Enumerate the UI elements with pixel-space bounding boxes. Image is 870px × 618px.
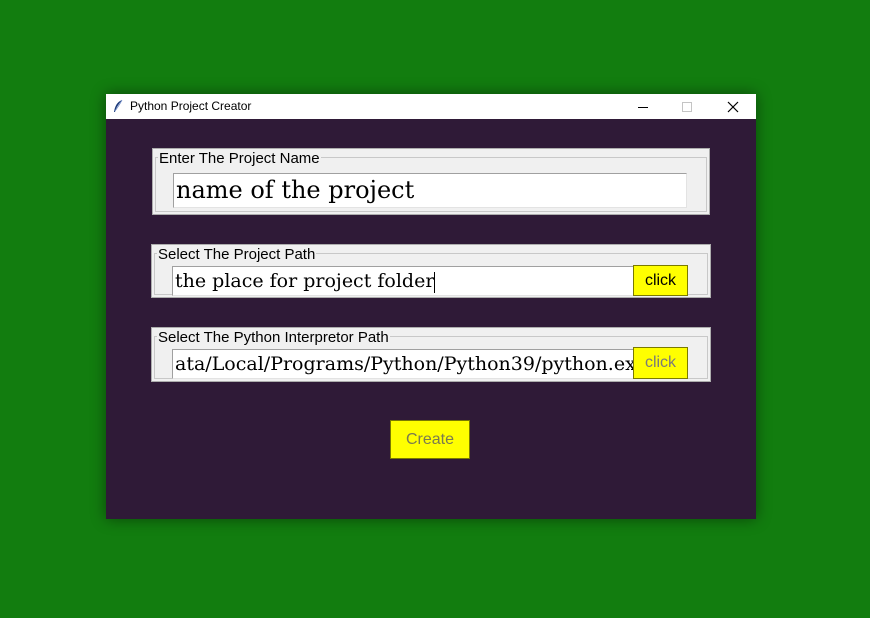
project-path-label: Select The Project Path	[157, 246, 317, 263]
project-path-browse-button[interactable]: click	[633, 265, 688, 296]
project-path-input[interactable]: the place for project folder	[172, 266, 634, 296]
app-window: Python Project Creator Enter The Project…	[106, 94, 756, 519]
maximize-button[interactable]	[664, 94, 710, 119]
project-path-value: the place for project folder	[175, 270, 435, 292]
text-cursor	[434, 271, 436, 293]
project-name-group: Enter The Project Name name of the proje…	[152, 148, 710, 215]
close-button[interactable]	[710, 94, 756, 119]
project-path-group: Select The Project Path the place for pr…	[151, 244, 711, 298]
project-name-input[interactable]: name of the project	[173, 173, 687, 208]
interpreter-path-input[interactable]: ata/Local/Programs/Python/Python39/pytho…	[172, 349, 634, 379]
title-bar[interactable]: Python Project Creator	[106, 94, 756, 119]
interpreter-path-label: Select The Python Interpretor Path	[157, 329, 390, 346]
maximize-icon	[682, 102, 692, 112]
project-name-label: Enter The Project Name	[158, 150, 321, 167]
close-icon	[727, 101, 739, 113]
create-button[interactable]: Create	[390, 420, 470, 459]
interpreter-path-group: Select The Python Interpretor Path ata/L…	[151, 327, 711, 382]
feather-icon	[114, 99, 123, 112]
minimize-icon	[638, 107, 648, 108]
window-title: Python Project Creator	[130, 99, 252, 113]
interpreter-path-browse-button[interactable]: click	[633, 347, 688, 379]
minimize-button[interactable]	[620, 94, 666, 119]
